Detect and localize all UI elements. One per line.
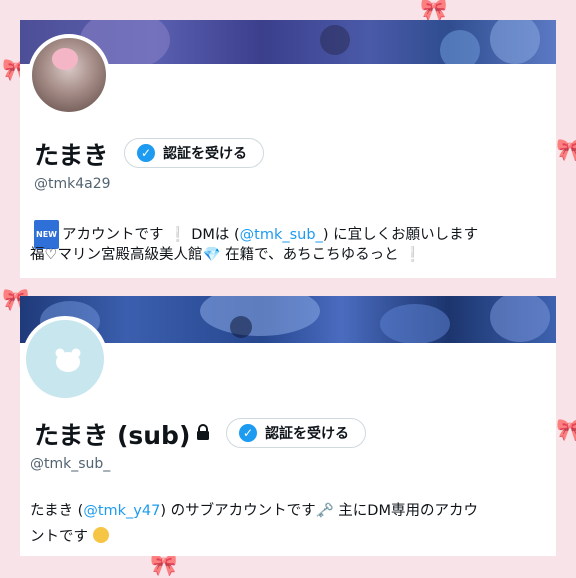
mention-link[interactable]: @tmk_y47: [83, 503, 160, 519]
avatar[interactable]: [22, 316, 108, 402]
verified-check-icon: ✓: [137, 144, 155, 162]
profile-card-main: たまき ✓ 認証を受ける @tmk4a29 NEW アカウントです ❕ DMは (…: [20, 20, 556, 278]
bio-line: ントです: [30, 526, 109, 549]
bio-line: 福♡マリン宮殿高級美人館💎 在籍で、あちこちゆるっと ❕: [30, 247, 422, 263]
display-name: たまき (sub): [34, 421, 191, 450]
key-icon: 🗝️: [315, 503, 334, 519]
bow-decoration: 🎀: [556, 418, 576, 443]
username-handle: @tmk4a29: [34, 176, 111, 192]
get-verified-button[interactable]: ✓ 認証を受ける: [226, 418, 366, 448]
avatar[interactable]: [28, 34, 110, 116]
gem-icon: 💎: [202, 247, 221, 263]
bow-decoration: 🎀: [150, 553, 178, 578]
get-verified-label: 認証を受ける: [163, 146, 247, 162]
username-handle: @tmk_sub_: [30, 456, 111, 472]
bow-decoration: 🎀: [420, 0, 448, 23]
profile-card-sub: たまき (sub) ✓ 認証を受ける @tmk_sub_ たまき (@tmk_y…: [20, 296, 556, 556]
bow-decoration: 🎀: [556, 138, 576, 163]
bio-line: たまき (@tmk_y47) のサブアカウントです🗝️ 主にDM専用のアカウ: [30, 503, 478, 519]
lock-icon: [197, 424, 209, 440]
mention-link[interactable]: @tmk_sub_: [240, 227, 323, 243]
verified-check-icon: ✓: [239, 424, 257, 442]
exclamation-icon: ❕: [398, 247, 422, 263]
get-verified-button[interactable]: ✓ 認証を受ける: [124, 138, 264, 168]
bear-icon: [55, 348, 81, 372]
display-name: たまき: [34, 141, 109, 170]
get-verified-label: 認証を受ける: [265, 426, 349, 442]
exclamation-icon: ❕: [163, 227, 187, 243]
pensive-face-icon: [92, 527, 109, 543]
